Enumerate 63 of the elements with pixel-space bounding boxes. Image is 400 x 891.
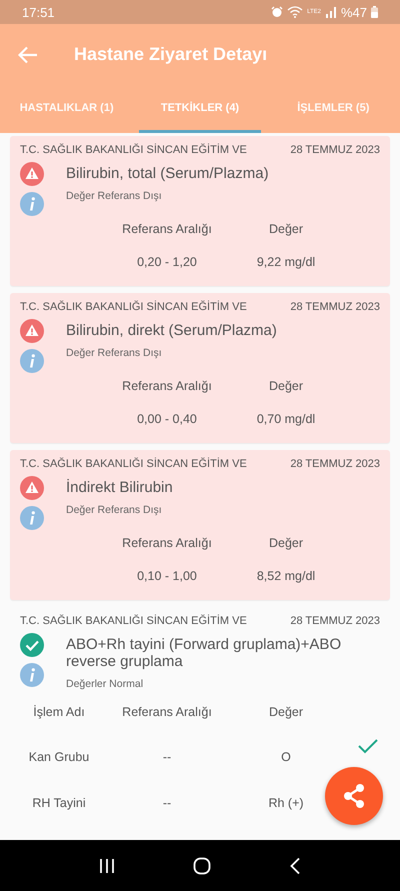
test-date: 28 TEMMUZ 2023 <box>290 458 380 470</box>
alarm-icon <box>271 6 284 18</box>
column-header: Değer <box>268 221 304 238</box>
test-status: Değer Referans Dışı <box>66 347 163 359</box>
test-name: İndirekt Bilirubin <box>66 478 174 496</box>
hospital-name: T.C. SAĞLIK BAKANLIĞI SİNCAN EĞİTİM VE <box>20 144 247 156</box>
wifi-icon <box>287 6 304 18</box>
column-header: Referans Aralığı <box>121 535 213 552</box>
recent-apps-icon <box>99 858 115 874</box>
info-icon[interactable] <box>20 192 44 216</box>
column-header: Değer <box>268 704 304 721</box>
hospital-name: T.C. SAĞLIK BAKANLIĞI SİNCAN EĞİTİM VE <box>20 458 247 470</box>
hospital-name: T.C. SAĞLIK BAKANLIĞI SİNCAN EĞİTİM VE <box>20 301 247 313</box>
test-date: 28 TEMMUZ 2023 <box>290 144 380 156</box>
table-cell-text: 8,52 mg/dl <box>256 568 316 585</box>
recent-apps-button[interactable] <box>99 858 115 874</box>
column-header: Referans Aralığı <box>121 704 213 721</box>
table-cell-text: 0,20 - 1,20 <box>136 254 198 271</box>
test-date: 28 TEMMUZ 2023 <box>290 615 380 627</box>
warning-icon <box>20 319 44 343</box>
home-icon <box>193 856 211 874</box>
signal-icon <box>324 6 337 18</box>
hospital-name: T.C. SAĞLIK BAKANLIĞI SİNCAN EĞİTİM VE <box>20 615 247 627</box>
tab[interactable]: HASTALIKLAR (1) <box>0 85 134 133</box>
status-time: 17:51 <box>22 4 55 20</box>
back-chevron-icon <box>289 856 301 874</box>
back-button[interactable] <box>18 46 38 64</box>
test-name: ABO+Rh tayini (Forward gruplama)+ABO reverse gruplama <box>66 635 342 670</box>
battery-icon <box>371 6 378 18</box>
column-header: Değer <box>268 378 304 395</box>
table-cell-text: O <box>280 749 292 766</box>
column-header: Referans Aralığı <box>121 378 213 395</box>
test-date: 28 TEMMUZ 2023 <box>290 301 380 313</box>
test-name: Bilirubin, total (Serum/Plazma) <box>66 164 270 182</box>
table-cell-text: 0,10 - 1,00 <box>136 568 198 585</box>
info-icon[interactable] <box>20 506 44 530</box>
back-nav-button[interactable] <box>289 856 301 874</box>
table-cell-text: -- <box>162 749 172 766</box>
info-icon[interactable] <box>20 349 44 373</box>
tab[interactable]: İŞLEMLER (5) <box>266 85 400 133</box>
check-icon <box>20 633 44 657</box>
table-cell-text: 0,00 - 0,40 <box>136 411 198 428</box>
test-status: Değerler Normal <box>66 678 144 690</box>
test-status: Değer Referans Dışı <box>66 504 163 516</box>
table-cell-text: Rh (+) <box>267 795 305 812</box>
table-cell-text: -- <box>162 795 172 812</box>
column-header: Değer <box>268 535 304 552</box>
warning-icon <box>20 476 44 500</box>
column-header: Referans Aralığı <box>121 221 213 238</box>
info-icon[interactable] <box>20 663 44 687</box>
battery-level: %47 <box>340 4 367 20</box>
table-cell-text: 0,70 mg/dl <box>256 411 316 428</box>
screen-title: Hastane Ziyaret Detayı <box>74 44 268 65</box>
warning-icon <box>20 162 44 186</box>
column-header: İşlem Adı <box>32 704 86 721</box>
table-cell-text: Kan Grubu <box>28 749 90 766</box>
test-status: Değer Referans Dışı <box>66 190 163 202</box>
home-button[interactable] <box>193 856 211 874</box>
table-cell-text: RH Tayini <box>31 795 87 812</box>
table-cell-text: 9,22 mg/dl <box>256 254 316 271</box>
tab[interactable]: TETKİKLER (4) <box>139 85 261 133</box>
back-arrow-icon <box>18 46 38 64</box>
test-name: Bilirubin, direkt (Serum/Plazma) <box>66 321 278 339</box>
